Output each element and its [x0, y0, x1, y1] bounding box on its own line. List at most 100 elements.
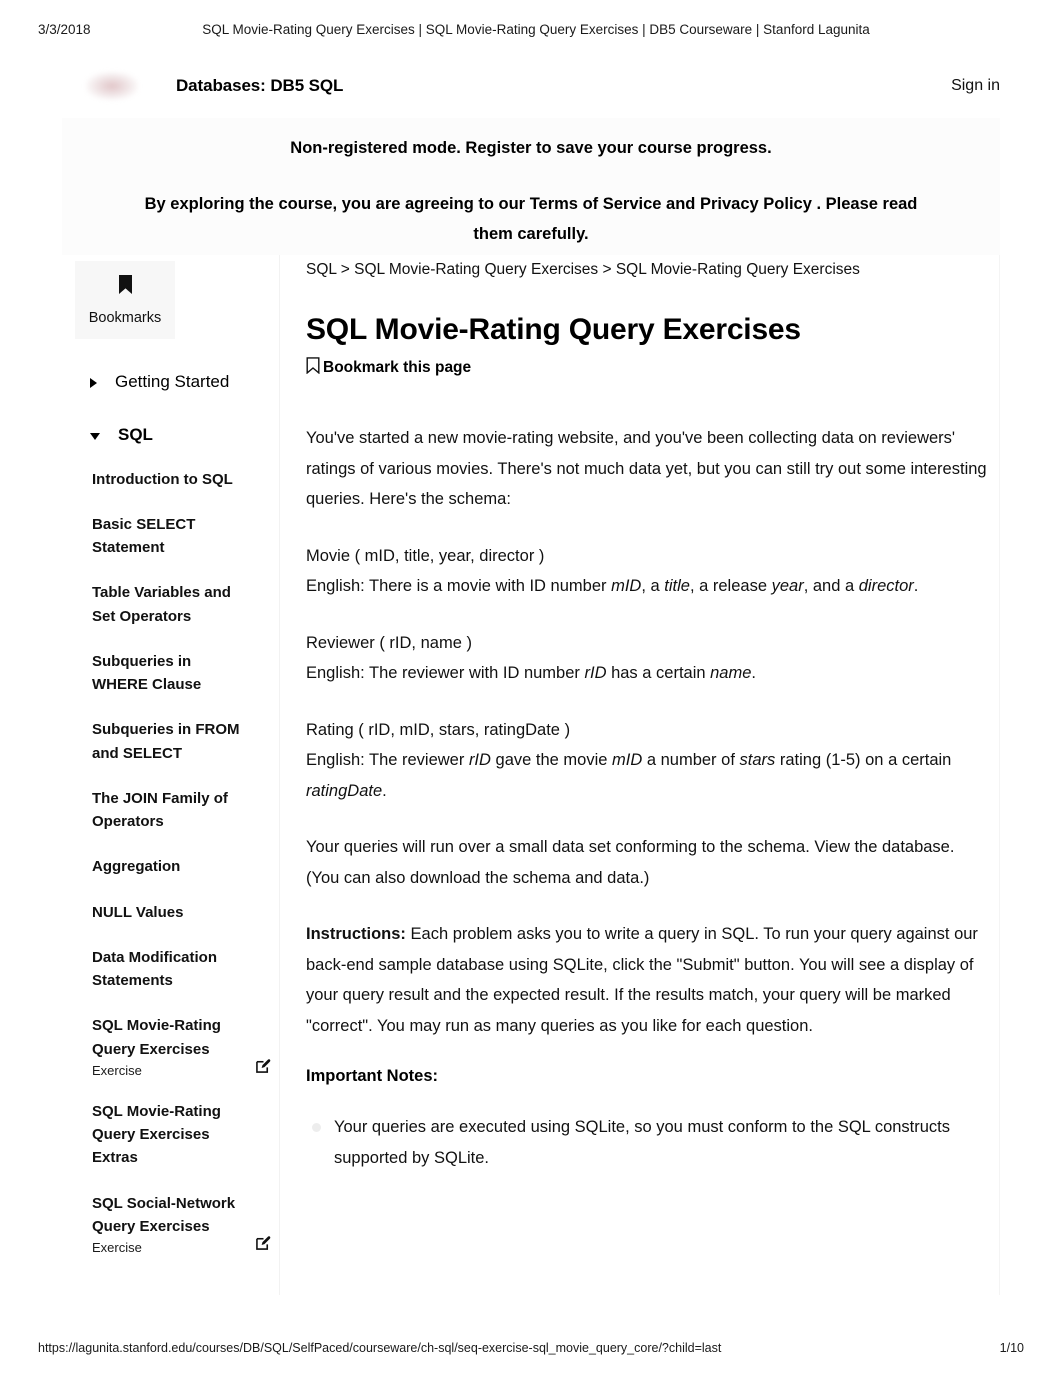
list-item: Your queries are executed using SQLite, …: [306, 1112, 987, 1173]
schema-connector: .: [913, 577, 919, 596]
sidebar-item-subqueries-in-where-clause[interactable]: Subqueries in WHERE Clause: [62, 650, 279, 697]
schema-term: director: [858, 577, 914, 596]
sidebar-item-data-modification-statements[interactable]: Data Modification Statements: [62, 946, 279, 993]
sidebar-item-the-join-family-of-operators[interactable]: The JOIN Family of Operators: [62, 787, 279, 834]
sidebar-item-label: Basic SELECT Statement: [92, 515, 196, 556]
print-header: 3/3/2018 SQL Movie-Rating Query Exercise…: [0, 22, 1062, 37]
edit-pencil-icon[interactable]: [256, 1235, 271, 1255]
schema-connector: a number of: [642, 751, 740, 770]
sidebar-section-label: SQL: [118, 425, 153, 445]
edit-pencil-icon[interactable]: [256, 1058, 271, 1078]
sidebar-item-label: Introduction to SQL: [92, 470, 233, 488]
course-sidebar: Bookmarks Getting Started SQL Introducti…: [62, 255, 280, 1295]
dataset-paragraph: Your queries will run over a small data …: [306, 832, 987, 893]
schema-term: mID: [612, 751, 643, 770]
schema-english-prefix: English: The reviewer with ID number: [306, 664, 585, 683]
sidebar-item-label: SQL Movie-Rating Query Exercises: [92, 1017, 221, 1058]
sidebar-section-getting-started[interactable]: Getting Started: [62, 371, 279, 392]
page-title: SQL Movie-Rating Query Exercises: [306, 313, 801, 346]
course-title: Databases: DB5 SQL: [176, 76, 344, 95]
print-page: 3/3/2018 SQL Movie-Rating Query Exercise…: [0, 0, 1062, 1375]
schema-signature: Movie ( mID, title, year, director ): [306, 546, 545, 565]
sidebar-item-label: Aggregation: [92, 858, 181, 876]
sidebar-item-label: SQL Movie-Rating Query Exercises Extras: [92, 1102, 221, 1167]
main-content: SQL > SQL Movie-Rating Query Exercises >…: [280, 255, 999, 1295]
schema-connector: .: [382, 781, 387, 800]
sidebar-item-label: Subqueries in WHERE Clause: [92, 652, 202, 693]
sidebar-item-subqueries-in-from-and-select[interactable]: Subqueries in FROM and SELECT: [62, 718, 279, 765]
chevron-right-icon: [90, 378, 97, 388]
schema-english-prefix: English: There is a movie with ID number: [306, 577, 612, 596]
schema-connector: has a certain: [606, 664, 711, 683]
schema-reviewer: Reviewer ( rID, name ) English: The revi…: [306, 628, 987, 689]
important-notes-list: Your queries are executed using SQLite, …: [306, 1112, 987, 1173]
sidebar-item-sql-movie-rating-query-exercises-extras[interactable]: SQL Movie-Rating Query Exercises Extras: [62, 1100, 279, 1170]
banner-registration-notice: Non-registered mode. Register to save yo…: [290, 139, 772, 157]
schema-term: stars: [739, 751, 776, 770]
sidebar-section-sql[interactable]: SQL: [62, 424, 279, 445]
schema-movie: Movie ( mID, title, year, director ) Eng…: [306, 541, 987, 602]
terms-of-service-link[interactable]: Terms of Service: [530, 195, 662, 213]
sidebar-item-sublabel: Exercise: [92, 1062, 142, 1078]
instructions-paragraph: Instructions: Each problem asks you to w…: [306, 919, 987, 1041]
sidebar-item-label: Subqueries in FROM and SELECT: [92, 721, 240, 762]
dataset-end: .): [639, 868, 650, 887]
sidebar-item-label: NULL Values: [92, 903, 184, 921]
privacy-policy-link[interactable]: Privacy Policy: [700, 195, 812, 213]
schema-rating: Rating ( rID, mID, stars, ratingDate ) E…: [306, 715, 987, 807]
schema-term: mID: [611, 577, 642, 596]
dataset-after: (You can also: [306, 868, 410, 887]
sidebar-item-label: SQL Social-Network Query Exercises: [92, 1194, 236, 1235]
banner-legal-before: By exploring the course, you are agreein…: [144, 194, 530, 213]
schema-signature: Rating ( rID, mID, stars, ratingDate ): [306, 720, 571, 739]
bookmark-outline-icon: [306, 357, 320, 379]
registration-banner: Non-registered mode. Register to save yo…: [62, 118, 1000, 276]
article-body: You've started a new movie-rating websit…: [306, 423, 987, 1173]
schema-connector: rating (1-5) on a certain: [775, 751, 952, 770]
instructions-label: Instructions:: [306, 925, 406, 944]
chevron-down-icon: [90, 433, 100, 441]
print-footer: https://lagunita.stanford.edu/courses/DB…: [38, 1341, 1024, 1355]
sidebar-item-list: Introduction to SQL Basic SELECT Stateme…: [62, 468, 279, 1255]
sidebar-item-aggregation[interactable]: Aggregation: [62, 855, 279, 878]
download-schema-link[interactable]: download the schema and data: [410, 869, 639, 887]
sidebar-item-basic-select-statement[interactable]: Basic SELECT Statement: [62, 513, 279, 560]
intro-paragraph: You've started a new movie-rating websit…: [306, 429, 987, 509]
important-notes-heading: Important Notes:: [306, 1067, 438, 1086]
sidebar-item-label: Data Modification Statements: [92, 948, 218, 989]
sidebar-section-label: Getting Started: [115, 372, 230, 391]
sign-in-link[interactable]: Sign in: [951, 77, 1000, 95]
print-url: https://lagunita.stanford.edu/courses/DB…: [38, 1341, 722, 1355]
banner-legal-mid: and: [661, 194, 700, 213]
schema-term: rID: [468, 751, 491, 770]
schema-connector: , a: [641, 577, 665, 596]
schema-term: rID: [584, 664, 607, 683]
sidebar-item-table-variables-and-set-operators[interactable]: Table Variables and Set Operators: [62, 581, 279, 628]
stanford-lagunita-logo[interactable]: [86, 72, 138, 100]
print-date: 3/3/2018: [38, 22, 91, 37]
bookmark-filled-icon: [81, 275, 169, 300]
course-body: Bookmarks Getting Started SQL Introducti…: [62, 255, 1000, 1295]
schema-signature: Reviewer ( rID, name ): [306, 633, 472, 652]
schema-term: ratingDate: [306, 781, 383, 800]
schema-term: title: [664, 577, 690, 596]
banner-legal-notice: By exploring the course, you are agreein…: [102, 189, 960, 250]
bookmarks-tab-label: Bookmarks: [88, 310, 162, 326]
dataset-before: Your queries will run over a small data …: [306, 838, 815, 857]
sidebar-item-sublabel: Exercise: [92, 1240, 142, 1255]
sidebar-item-sql-movie-rating-query-exercises[interactable]: SQL Movie-Rating Query Exercises Exercis…: [62, 1014, 279, 1078]
sidebar-item-label: The JOIN Family of Operators: [92, 789, 228, 830]
breadcrumb: SQL > SQL Movie-Rating Query Exercises >…: [306, 261, 860, 278]
sidebar-item-introduction-to-sql[interactable]: Introduction to SQL: [62, 468, 279, 491]
schema-connector: .: [751, 664, 756, 683]
bookmarks-tab[interactable]: Bookmarks: [75, 261, 175, 339]
print-document-title: SQL Movie-Rating Query Exercises | SQL M…: [202, 22, 870, 37]
print-page-number: 1/10: [999, 1341, 1024, 1355]
sidebar-item-sql-social-network-query-exercises[interactable]: SQL Social-Network Query Exercises Exerc…: [62, 1192, 279, 1255]
site-header: Databases: DB5 SQL Sign in: [62, 55, 1000, 117]
schema-connector: , a release: [689, 577, 772, 596]
schema-connector: gave the movie: [490, 751, 613, 770]
bookmark-this-page-button[interactable]: Bookmark this page: [306, 357, 987, 379]
view-database-link[interactable]: View the database.: [814, 838, 954, 856]
sidebar-item-null-values[interactable]: NULL Values: [62, 901, 279, 924]
